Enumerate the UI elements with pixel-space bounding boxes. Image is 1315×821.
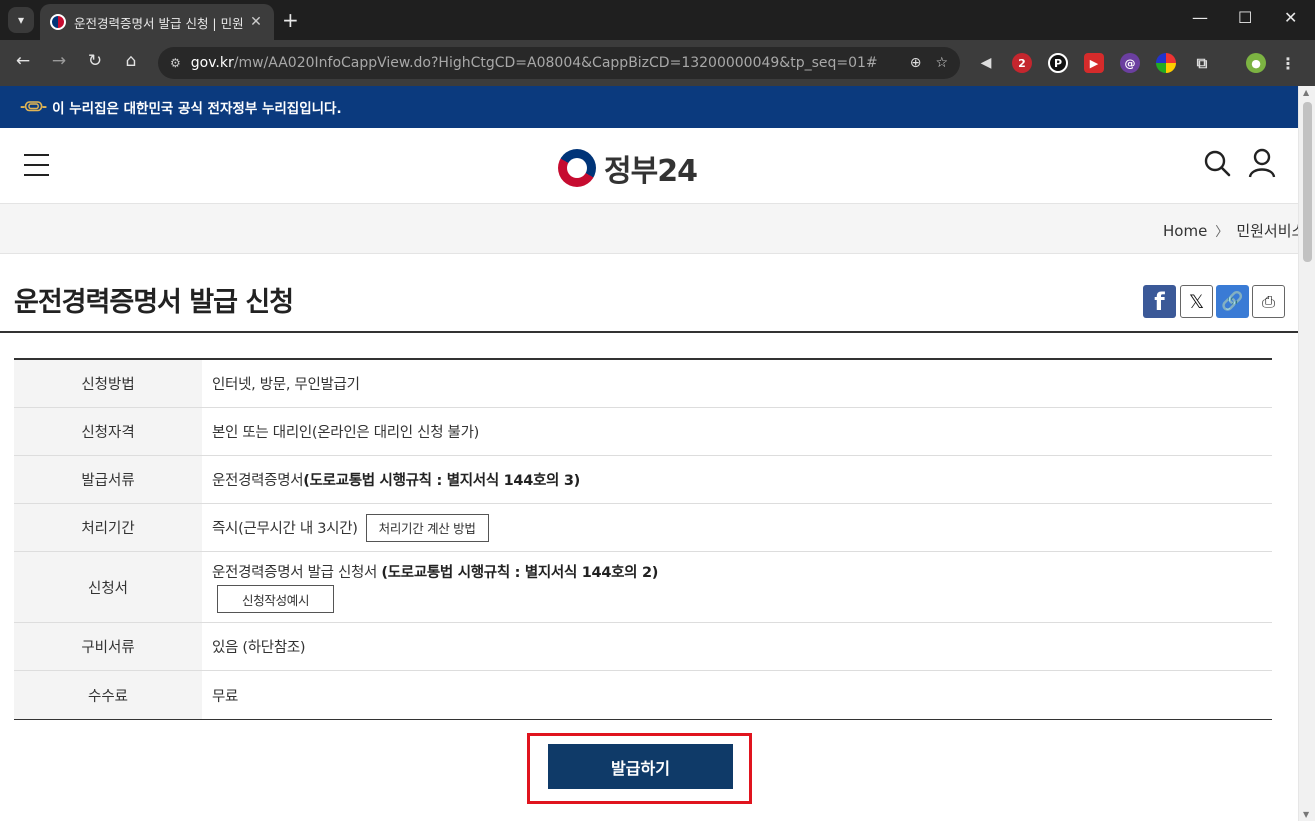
chevron-right-icon: 〉 xyxy=(1215,225,1229,240)
table-row: 발급서류 운전경력증명서 (도로교통법 시행규칙 : 별지서식 144호의 3) xyxy=(14,456,1272,504)
scroll-up-icon[interactable]: ▲ xyxy=(1303,88,1309,97)
table-row: 수수료 무료 xyxy=(14,671,1272,719)
x-share-icon[interactable]: 𝕏 xyxy=(1180,285,1213,318)
extension-color-icon[interactable] xyxy=(1156,53,1176,73)
speaker-icon[interactable]: ◀ xyxy=(976,53,996,73)
link-copy-icon[interactable]: 🔗 xyxy=(1216,285,1249,318)
row-value: 즉시(근무시간 내 3시간) 처리기간 계산 방법 xyxy=(202,504,1272,551)
maximize-icon[interactable]: ☐ xyxy=(1238,8,1252,27)
extension-p-icon[interactable]: P xyxy=(1048,53,1068,73)
table-row: 처리기간 즉시(근무시간 내 3시간) 처리기간 계산 방법 xyxy=(14,504,1272,552)
gov-official-banner: -ᕳᕲ- 이 누리집은 대한민국 공식 전자정부 누리집입니다. xyxy=(0,86,1298,128)
gov-banner-text: 이 누리집은 대한민국 공식 전자정부 누리집입니다. xyxy=(52,101,342,117)
row-value: 인터넷, 방문, 무인발급기 xyxy=(212,377,360,393)
back-arrow-icon[interactable]: ← xyxy=(11,51,35,71)
extension-at-icon[interactable]: @ xyxy=(1120,53,1140,73)
logo-text: 정부24 xyxy=(604,154,698,189)
user-icon[interactable] xyxy=(1248,148,1276,178)
browser-tab-bar: ▾ 운전경력증명서 발급 신청 | 민원 ✕ + — ☐ ✕ xyxy=(0,0,1315,40)
table-row: 신청방법 인터넷, 방문, 무인발급기 xyxy=(14,360,1272,408)
service-info-table: 신청방법 인터넷, 방문, 무인발급기 신청자격 본인 또는 대리인(온라인은 … xyxy=(14,358,1272,720)
tab-close-icon[interactable]: ✕ xyxy=(248,14,264,30)
forward-arrow-icon[interactable]: → xyxy=(47,51,71,71)
row-label: 발급서류 xyxy=(14,456,202,503)
site-info-icon[interactable]: ⚙ xyxy=(170,56,181,70)
issue-button[interactable]: 발급하기 xyxy=(548,744,733,789)
window-close-icon[interactable]: ✕ xyxy=(1284,8,1297,27)
table-row: 구비서류 있음 (하단참조) xyxy=(14,623,1272,671)
tab-title: 운전경력증명서 발급 신청 | 민원 xyxy=(74,15,244,31)
row-value: 있음 (하단참조) xyxy=(212,640,306,656)
taegeuk-favicon-icon xyxy=(50,14,66,30)
breadcrumb: Home 〉 민원서비스 xyxy=(0,204,1305,254)
gov24-logo[interactable]: 정부24 xyxy=(558,146,698,190)
row-label: 수수료 xyxy=(14,671,202,719)
browser-tab[interactable]: 운전경력증명서 발급 신청 | 민원 ✕ xyxy=(40,4,274,40)
url-text: gov.kr/mw/AA020InfoCappView.do?HighCtgCD… xyxy=(190,55,878,71)
new-tab-button[interactable]: + xyxy=(282,8,299,32)
address-bar[interactable]: ⚙ gov.kr/mw/AA020InfoCappView.do?HighCtg… xyxy=(158,47,960,79)
page-scrollbar[interactable]: ▲ ▼ xyxy=(1298,86,1315,821)
breadcrumb-home[interactable]: Home xyxy=(1163,222,1207,240)
home-icon[interactable]: ⌂ xyxy=(119,51,143,71)
breadcrumb-current[interactable]: 민원서비스 xyxy=(1236,220,1305,241)
profile-avatar[interactable]: ● xyxy=(1246,53,1266,73)
table-row: 신청자격 본인 또는 대리인(온라인은 대리인 신청 불가) xyxy=(14,408,1272,456)
search-icon[interactable] xyxy=(1203,149,1231,177)
print-icon[interactable]: ⎙ xyxy=(1252,285,1285,318)
row-label: 처리기간 xyxy=(14,504,202,551)
bookmark-star-icon[interactable]: ☆ xyxy=(935,55,948,71)
extension-play-icon[interactable]: ▶ xyxy=(1084,53,1104,73)
row-value: 운전경력증명서 발급 신청서 (도로교통법 시행규칙 : 별지서식 144호의 … xyxy=(202,552,1272,622)
tab-search-button[interactable]: ▾ xyxy=(8,7,34,33)
site-header: 정부24 xyxy=(0,128,1298,204)
row-label: 구비서류 xyxy=(14,623,202,670)
row-value: 무료 xyxy=(212,688,239,705)
title-divider xyxy=(0,331,1298,333)
row-value: 운전경력증명서 (도로교통법 시행규칙 : 별지서식 144호의 3) xyxy=(212,473,580,489)
form-example-button[interactable]: 신청작성예시 xyxy=(217,585,335,613)
row-value: 본인 또는 대리인(온라인은 대리인 신청 불가) xyxy=(212,425,479,441)
row-label: 신청방법 xyxy=(14,360,202,407)
browser-menu-icon[interactable]: ⋮ xyxy=(1278,53,1298,73)
page-title: 운전경력증명서 발급 신청 xyxy=(14,287,294,318)
minimize-icon[interactable]: — xyxy=(1192,8,1208,27)
hamburger-menu-icon[interactable] xyxy=(24,154,49,176)
scroll-down-icon[interactable]: ▼ xyxy=(1303,810,1309,819)
row-label: 신청서 xyxy=(14,552,202,622)
processing-period-calc-button[interactable]: 처리기간 계산 방법 xyxy=(365,513,489,542)
extension-badge-icon[interactable]: 2 xyxy=(1012,53,1032,73)
gov-banner-mark-icon: -ᕳᕲ- xyxy=(20,99,47,115)
reload-icon[interactable]: ↻ xyxy=(83,51,107,71)
taegeuk-emblem-icon xyxy=(558,149,596,187)
zoom-icon[interactable]: ⊕ xyxy=(910,55,922,71)
browser-toolbar: ← → ↻ ⌂ ⚙ gov.kr/mw/AA020InfoCappView.do… xyxy=(0,40,1315,86)
table-row: 신청서 운전경력증명서 발급 신청서 (도로교통법 시행규칙 : 별지서식 14… xyxy=(14,552,1272,623)
row-label: 신청자격 xyxy=(14,408,202,455)
extensions-puzzle-icon[interactable]: ⧉ xyxy=(1192,53,1212,73)
scrollbar-thumb[interactable] xyxy=(1303,102,1312,262)
facebook-share-icon[interactable]: f xyxy=(1143,285,1176,318)
